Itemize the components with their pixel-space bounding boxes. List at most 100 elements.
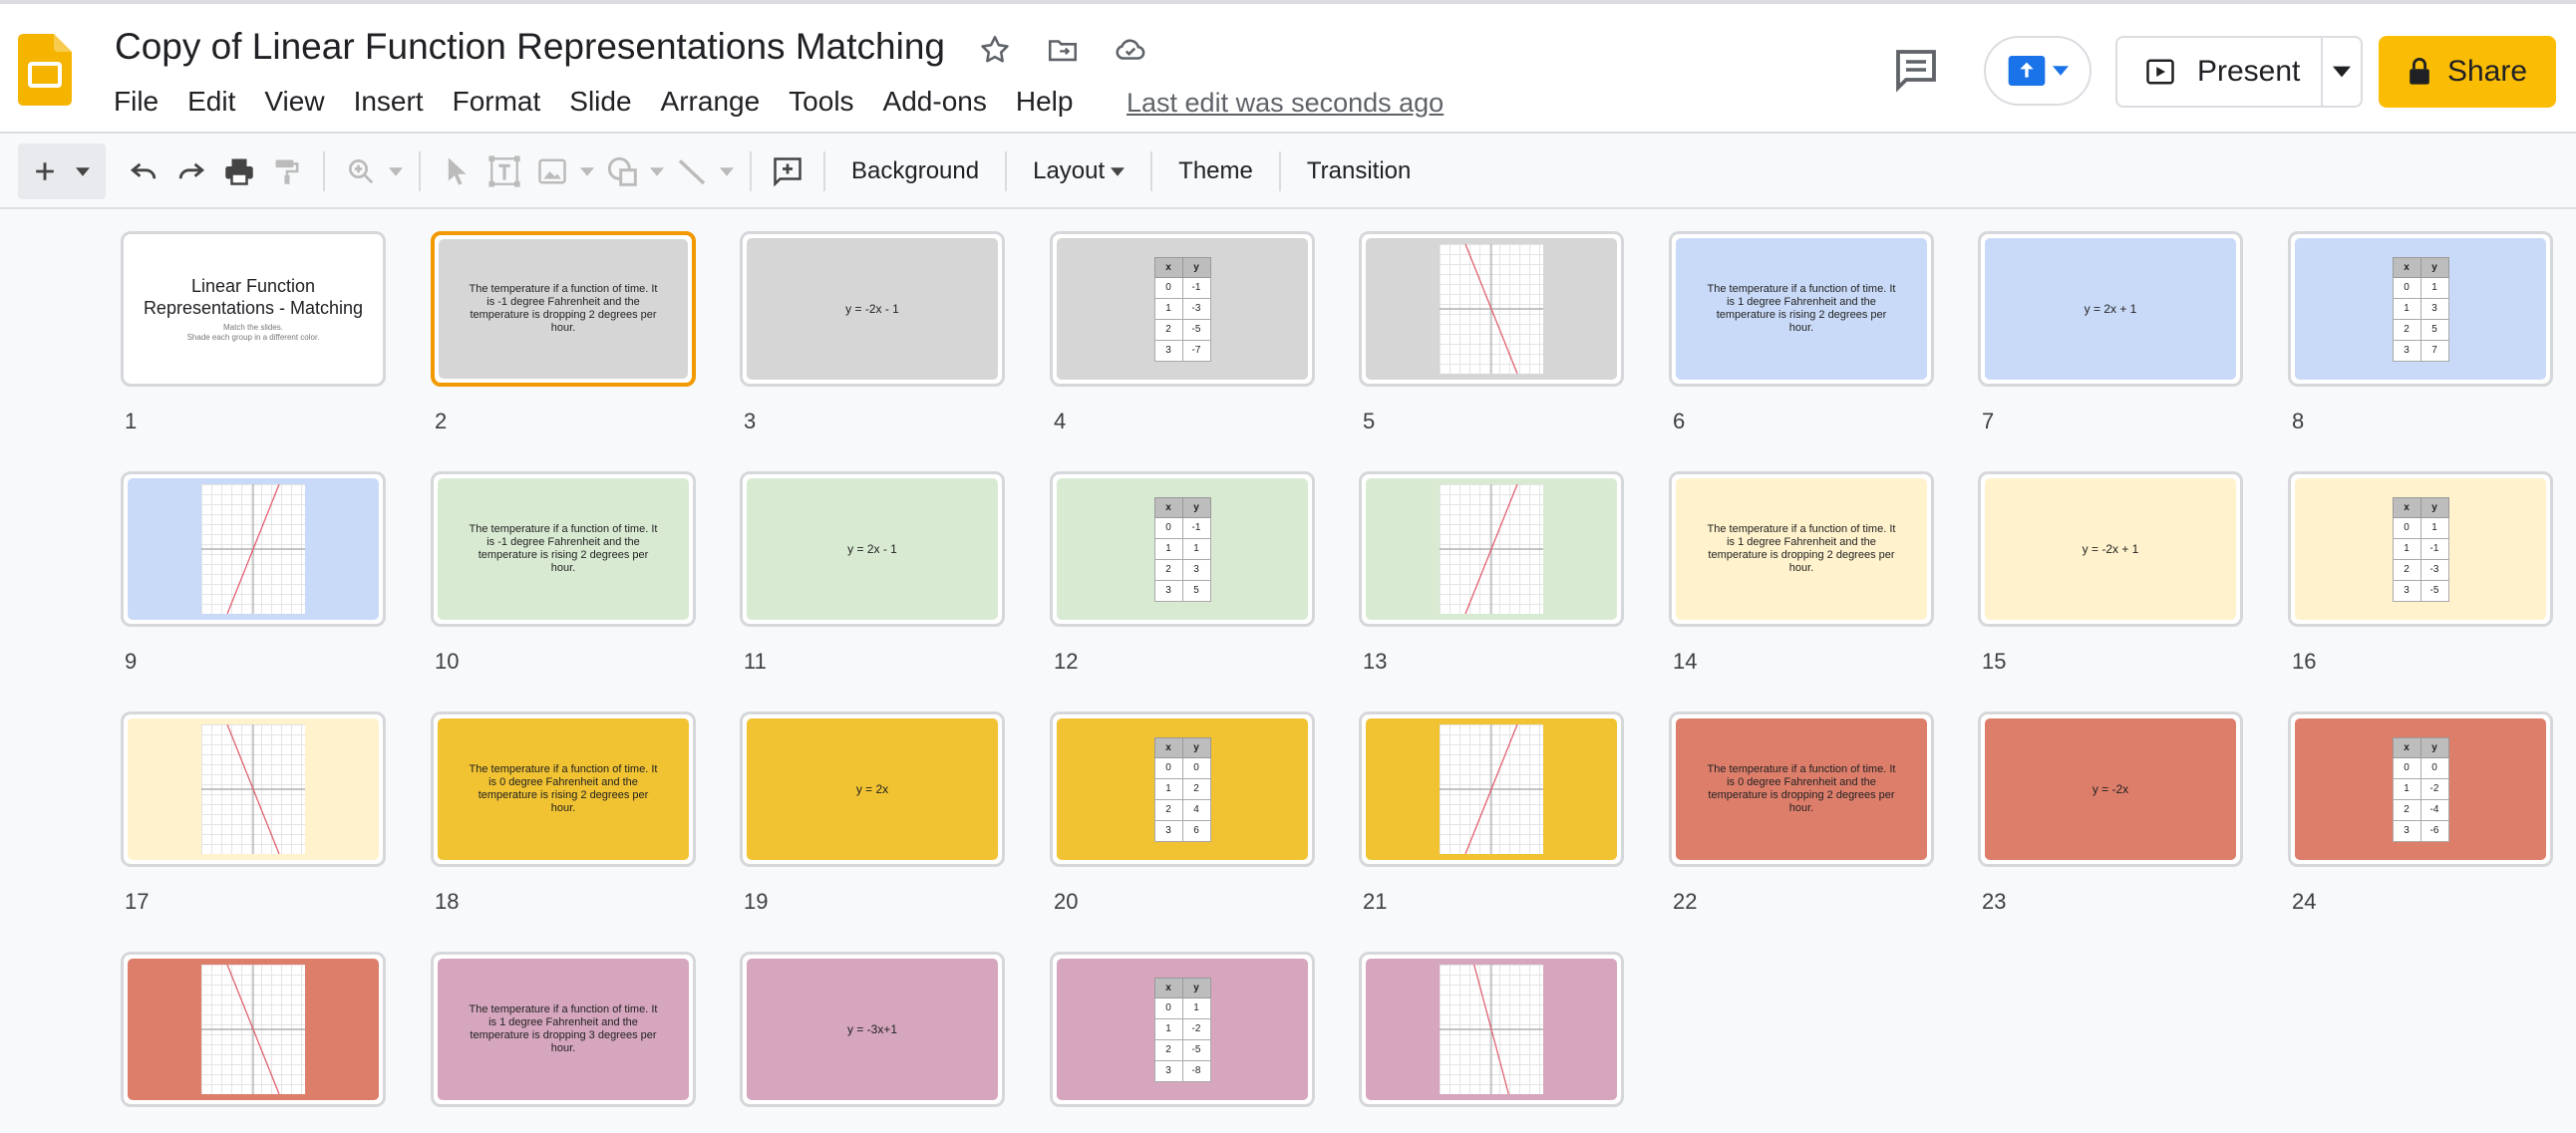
menu-tools[interactable]: Tools bbox=[789, 86, 853, 118]
slide-thumbnail[interactable]: y = -2x - 1 bbox=[740, 231, 1005, 387]
zoom-icon[interactable] bbox=[337, 143, 385, 199]
menu-edit[interactable]: Edit bbox=[187, 86, 235, 118]
slide-thumbnail[interactable] bbox=[1359, 471, 1624, 627]
slide-canvas bbox=[128, 959, 379, 1100]
slide-canvas: The temperature if a function of time. I… bbox=[1676, 718, 1927, 860]
slide-thumbnail[interactable]: The temperature if a function of time. I… bbox=[431, 952, 696, 1107]
menu-addons[interactable]: Add-ons bbox=[883, 86, 987, 118]
slide-thumbnail[interactable]: y = 2x bbox=[740, 711, 1005, 867]
present-button-group: Present bbox=[2115, 36, 2363, 108]
table-row: 37 bbox=[2392, 339, 2449, 362]
slide-thumbnail[interactable]: x y 0 -1 1 1 2 3 3 5 bbox=[1050, 471, 1315, 627]
slide-thumbnail[interactable]: The temperature if a function of time. I… bbox=[1669, 471, 1934, 627]
slide-thumbnail[interactable]: y = -2x bbox=[1978, 711, 2243, 867]
slide-thumbnail[interactable]: The temperature if a function of time. I… bbox=[431, 471, 696, 627]
theme-button[interactable]: Theme bbox=[1164, 143, 1267, 199]
star-icon[interactable] bbox=[975, 30, 1015, 70]
slides-logo-icon[interactable] bbox=[18, 34, 72, 106]
shape-icon[interactable] bbox=[598, 143, 646, 199]
slide-thumbnail[interactable] bbox=[121, 711, 386, 867]
slide-number: 19 bbox=[744, 889, 769, 914]
slide-thumbnail[interactable]: xy01132537 bbox=[2288, 231, 2553, 387]
equation-text: y = 2x + 1 bbox=[2084, 302, 2137, 316]
line-icon[interactable] bbox=[668, 143, 716, 199]
move-folder-icon[interactable] bbox=[1043, 30, 1083, 70]
slide-thumbnail[interactable]: y = 2x - 1 bbox=[740, 471, 1005, 627]
slide-number: 23 bbox=[1982, 889, 2007, 914]
app-header: Copy of Linear Function Representations … bbox=[0, 4, 2576, 134]
print-icon[interactable] bbox=[215, 143, 263, 199]
xy-table: x y 0 0 1 -2 2 -4 3 -6 bbox=[2392, 736, 2449, 842]
slide-thumbnail[interactable]: y = -3x+1 bbox=[740, 952, 1005, 1107]
slide-thumbnail[interactable]: x y 0 -1 1 -3 2 -5 3 -7 bbox=[1050, 231, 1315, 387]
slide-thumbnail[interactable] bbox=[1359, 711, 1624, 867]
menu-file[interactable]: File bbox=[114, 86, 159, 118]
cloud-saved-icon[interactable] bbox=[1111, 30, 1150, 70]
slide-thumbnail[interactable]: x y 0 0 1 -2 2 -4 3 -6 bbox=[2288, 711, 2553, 867]
insert-image-icon[interactable] bbox=[528, 143, 576, 199]
menu-format[interactable]: Format bbox=[453, 86, 541, 118]
slide-number: 11 bbox=[744, 649, 767, 674]
paint-format-icon[interactable] bbox=[263, 143, 311, 199]
table-header: x bbox=[1153, 256, 1183, 278]
background-button[interactable]: Background bbox=[837, 143, 993, 199]
slide-thumbnail[interactable]: x y 0 1 1 -1 2 -3 3 -5 bbox=[2288, 471, 2553, 627]
add-comment-icon[interactable] bbox=[764, 143, 811, 199]
slide-thumbnail[interactable]: The temperature if a function of time. I… bbox=[431, 711, 696, 867]
document-title[interactable]: Copy of Linear Function Representations … bbox=[115, 26, 945, 68]
slide-thumbnail[interactable]: xy00122436 bbox=[1050, 711, 1315, 867]
scenario-text: The temperature if a function of time. I… bbox=[1707, 763, 1896, 814]
present-to-meeting-button[interactable] bbox=[1984, 36, 2092, 106]
menu-view[interactable]: View bbox=[264, 86, 324, 118]
last-edit-link[interactable]: Last edit was seconds ago bbox=[1127, 88, 1444, 119]
table-row: 3 -5 bbox=[2392, 579, 2449, 602]
slide-thumbnail[interactable]: The temperature if a function of time. I… bbox=[431, 231, 696, 387]
slide-thumbnail[interactable] bbox=[1359, 231, 1624, 387]
slide-thumbnail[interactable] bbox=[121, 952, 386, 1107]
chevron-down-icon bbox=[76, 166, 90, 176]
table-cell: 2 bbox=[2392, 318, 2421, 341]
table-cell: 3 bbox=[1181, 558, 1211, 581]
slide-thumbnail[interactable]: x y 0 1 1 -2 2 -5 3 -8 bbox=[1050, 952, 1315, 1107]
comment-history-icon[interactable] bbox=[1892, 46, 1940, 94]
slide-thumbnail[interactable] bbox=[121, 471, 386, 627]
text-box-icon[interactable] bbox=[481, 143, 528, 199]
slide-canvas bbox=[1366, 959, 1617, 1100]
layout-label: Layout bbox=[1033, 157, 1106, 184]
table-cell: -2 bbox=[2419, 777, 2449, 800]
slide-thumbnail[interactable]: y = -2x + 1 bbox=[1978, 471, 2243, 627]
slide-thumbnail-cell: The temperature if a function of time. I… bbox=[1669, 449, 1934, 689]
new-slide-button[interactable] bbox=[18, 143, 106, 199]
present-button[interactable]: Present bbox=[2117, 38, 2323, 106]
table-row: 0 -1 bbox=[1153, 276, 1211, 299]
slide-thumbnail[interactable]: y = 2x + 1 bbox=[1978, 231, 2243, 387]
chevron-down-icon[interactable] bbox=[646, 143, 668, 199]
chevron-down-icon[interactable] bbox=[716, 143, 738, 199]
slide-canvas: The temperature if a function of time. I… bbox=[438, 478, 689, 620]
menu-help[interactable]: Help bbox=[1016, 86, 1074, 118]
table-cell: 1 bbox=[1153, 777, 1183, 800]
redo-icon[interactable] bbox=[167, 143, 215, 199]
menu-insert[interactable]: Insert bbox=[354, 86, 424, 118]
slide-thumbnail[interactable] bbox=[1359, 952, 1624, 1107]
layout-button[interactable]: Layout bbox=[1019, 143, 1138, 199]
menu-arrange[interactable]: Arrange bbox=[661, 86, 761, 118]
undo-icon[interactable] bbox=[120, 143, 167, 199]
slide-number: 4 bbox=[1054, 409, 1067, 433]
table-header: x bbox=[2392, 736, 2421, 758]
table-cell: 0 bbox=[2392, 756, 2421, 779]
graph-plot bbox=[1440, 965, 1543, 1094]
upload-present-icon bbox=[2008, 56, 2046, 86]
chevron-down-icon[interactable] bbox=[576, 143, 598, 199]
chevron-down-icon[interactable] bbox=[385, 143, 407, 199]
present-options-dropdown[interactable] bbox=[2323, 66, 2361, 78]
slide-thumbnail[interactable]: The temperature if a function of time. I… bbox=[1669, 711, 1934, 867]
transition-button[interactable]: Transition bbox=[1293, 143, 1425, 199]
menu-slide[interactable]: Slide bbox=[569, 86, 631, 118]
table-row: 3 -6 bbox=[2392, 819, 2449, 842]
slide-thumbnail[interactable]: The temperature if a function of time. I… bbox=[1669, 231, 1934, 387]
select-cursor-icon[interactable] bbox=[433, 143, 481, 199]
slide-thumbnail[interactable]: Linear Function Representations - Matchi… bbox=[121, 231, 386, 387]
share-button[interactable]: Share bbox=[2379, 36, 2556, 108]
coordinate-graph bbox=[201, 484, 305, 614]
